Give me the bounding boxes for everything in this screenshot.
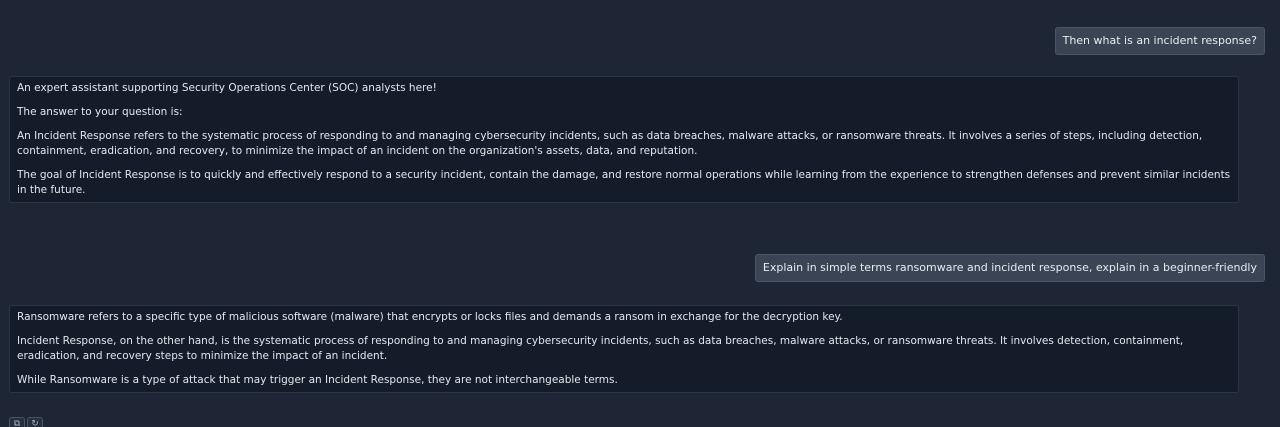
message-paragraph: The goal of Incident Response is to quic… bbox=[17, 169, 1231, 196]
message-paragraph: An Incident Response refers to the syste… bbox=[17, 130, 1203, 157]
message-actions: ⧉ ↻ bbox=[9, 417, 43, 427]
message-paragraph: While Ransomware is a type of attack tha… bbox=[17, 374, 618, 386]
user-message: Explain in simple terms ransomware and i… bbox=[754, 254, 1265, 282]
message-paragraph: Ransomware refers to a specific type of … bbox=[17, 311, 843, 323]
message-paragraph: Incident Response, on the other hand, is… bbox=[17, 335, 1184, 362]
refresh-icon[interactable]: ↻ bbox=[27, 417, 43, 427]
user-message: Then what is an incident response? bbox=[1054, 27, 1265, 55]
chat-container: Then what is an incident response? An ex… bbox=[0, 0, 1280, 427]
copy-icon[interactable]: ⧉ bbox=[9, 417, 25, 427]
message-paragraph: An expert assistant supporting Security … bbox=[17, 82, 437, 94]
assistant-message: An expert assistant supporting Security … bbox=[9, 76, 1239, 203]
message-paragraph: The answer to your question is: bbox=[17, 106, 183, 118]
assistant-message: Ransomware refers to a specific type of … bbox=[9, 305, 1239, 393]
